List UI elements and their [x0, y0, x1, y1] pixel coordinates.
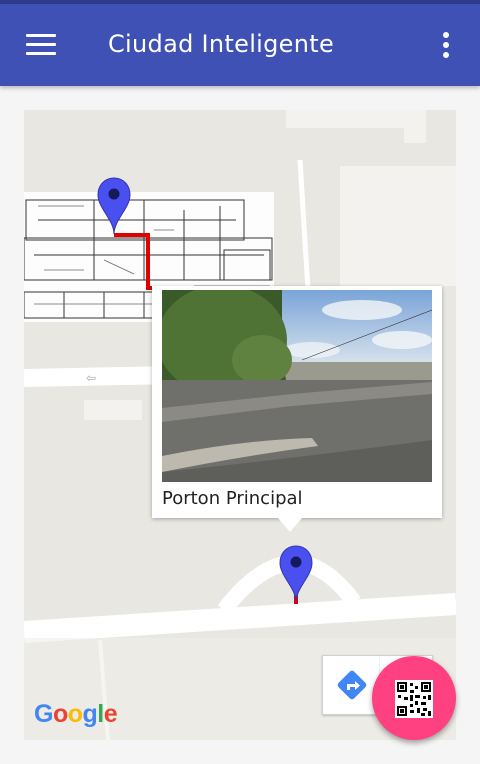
- google-logo: Google: [34, 700, 118, 728]
- hamburger-menu-icon[interactable]: [26, 34, 56, 56]
- destination-marker[interactable]: [96, 176, 132, 236]
- app-title: Ciudad Inteligente: [108, 30, 335, 58]
- scan-qr-fab[interactable]: [372, 656, 456, 740]
- street-view-photo: [162, 290, 432, 482]
- svg-text:⇦: ⇦: [86, 371, 96, 385]
- app-bar: Ciudad Inteligente: [0, 4, 480, 86]
- qr-code-icon: [395, 680, 433, 718]
- info-window[interactable]: Porton Principal: [152, 286, 442, 532]
- origin-marker[interactable]: [278, 544, 314, 604]
- more-vert-icon[interactable]: [440, 32, 452, 60]
- info-window-title: Porton Principal: [162, 488, 303, 509]
